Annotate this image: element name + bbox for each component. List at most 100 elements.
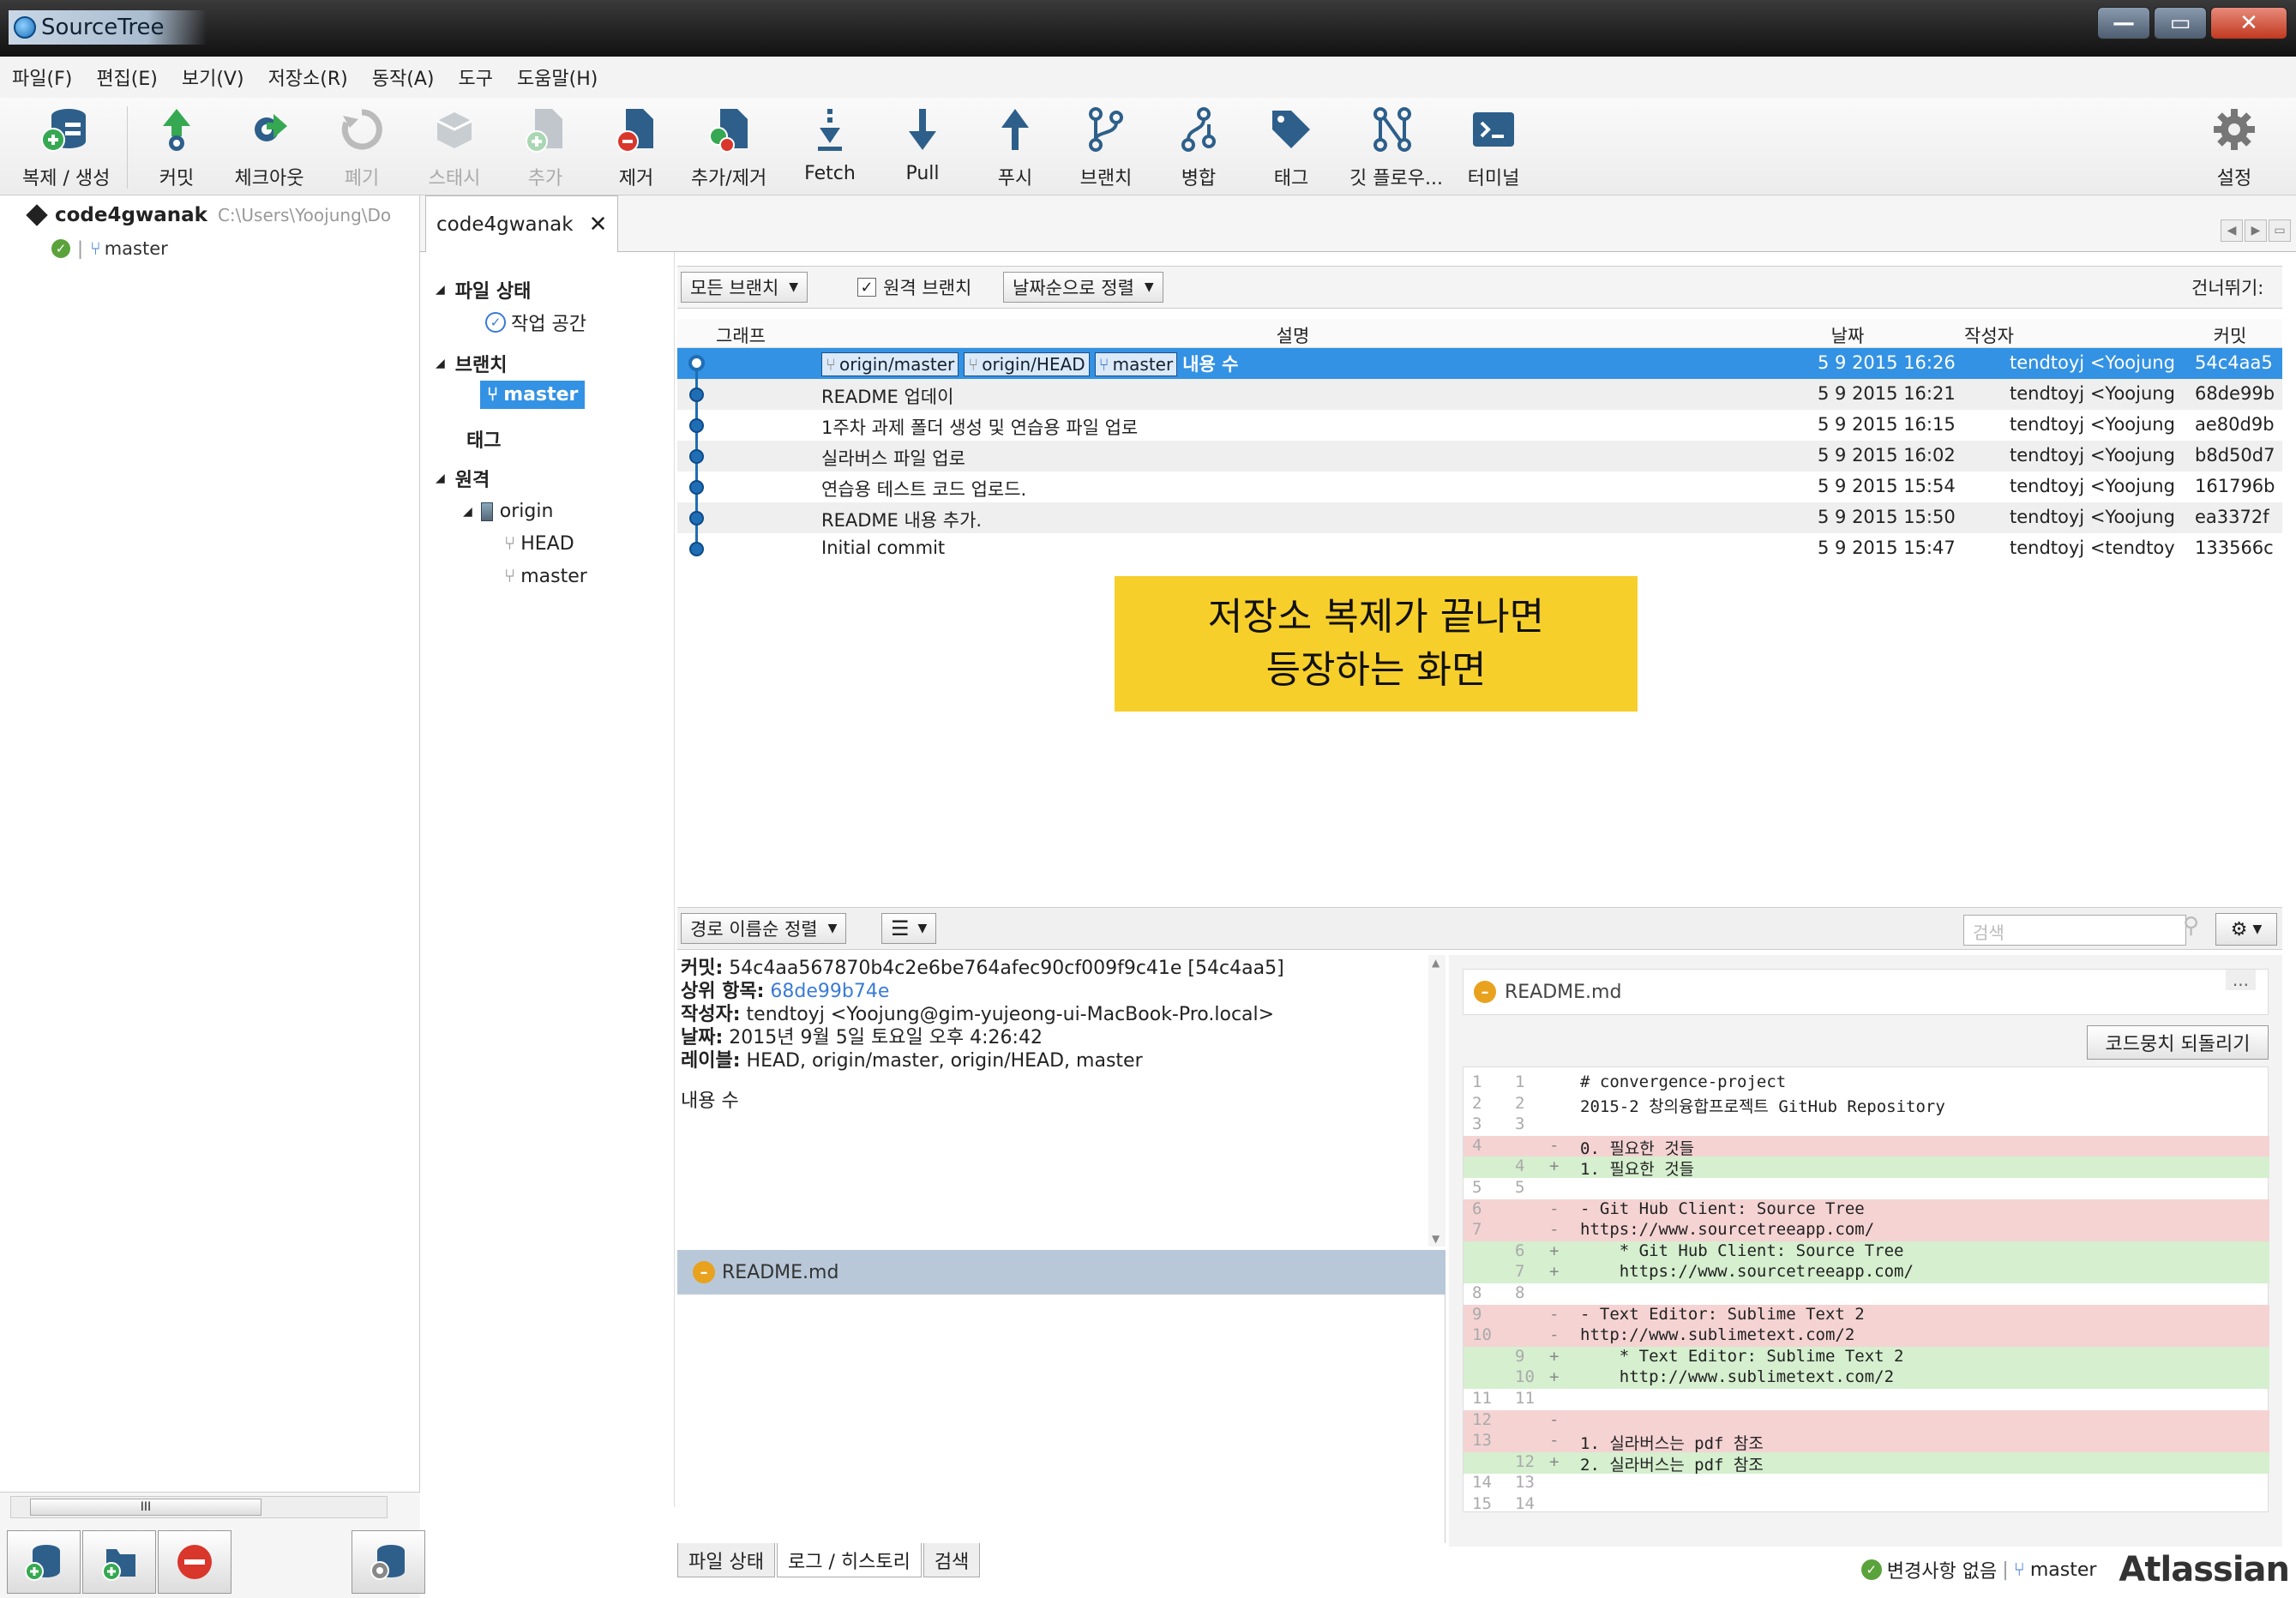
add-button[interactable]: 추가 xyxy=(502,103,588,190)
commit-row[interactable]: README 내용 추가. 5 9 2015 15:50 tendtoyj <Y… xyxy=(677,502,2282,533)
tab-scroll-right-icon[interactable]: ▶ xyxy=(2245,219,2267,242)
parent-commit-link[interactable]: 68de99b74e xyxy=(770,981,889,1002)
minimize-button[interactable]: — xyxy=(2097,7,2150,39)
remote-branches-checkbox[interactable]: ✓ 원격 브랜치 xyxy=(849,272,980,303)
menu-edit[interactable]: 편집(E) xyxy=(96,63,158,91)
changed-file-item[interactable]: – README.md xyxy=(677,1250,1446,1295)
tree-branches[interactable]: ◢ 브랜치 xyxy=(436,350,508,377)
close-tab-icon[interactable]: ✕ xyxy=(589,212,608,237)
commit-button[interactable]: 커밋 xyxy=(134,103,219,190)
col-author[interactable]: 작성자 xyxy=(1929,322,2049,348)
tab-search[interactable]: 검색 xyxy=(923,1543,981,1577)
diff-line-text: # convergence-project xyxy=(1580,1072,1787,1091)
diff-options-button[interactable]: ⚙ ▼ xyxy=(2215,913,2277,946)
commit-row[interactable]: README 업데이 5 9 2015 16:21 tendtoyj <Yooj… xyxy=(677,379,2282,410)
col-date[interactable]: 날짜 xyxy=(1783,322,1912,348)
commit-row[interactable]: 실라버스 파일 업로 5 9 2015 16:02 tendtoyj <Yooj… xyxy=(677,441,2282,472)
new-repository-button[interactable] xyxy=(7,1530,81,1594)
discard-button[interactable]: 폐기 xyxy=(319,103,405,190)
tree-workspace[interactable]: ✓ 작업 공간 xyxy=(485,309,586,336)
bookmark-settings-button[interactable] xyxy=(352,1530,425,1594)
add-remove-button[interactable]: 추가/제거 xyxy=(686,103,772,190)
close-window-button[interactable]: ✕ xyxy=(2210,7,2287,39)
stash-button[interactable]: 스태시 xyxy=(412,103,497,190)
terminal-button[interactable]: 터미널 xyxy=(1451,103,1536,190)
file-list xyxy=(677,1295,1446,1543)
diff-line: 12 - xyxy=(1464,1409,2269,1432)
tree-remote-head[interactable]: ⑂ HEAD xyxy=(504,533,574,555)
revert-hunk-button[interactable]: 코드뭉치 되돌리기 xyxy=(2087,1025,2269,1060)
remove-button[interactable]: 제거 xyxy=(593,103,679,190)
menu-view[interactable]: 보기(V) xyxy=(182,63,244,91)
path-sort-dropdown[interactable]: 경로 이름순 정렬 ▼ xyxy=(681,913,847,944)
diff-line-number: 7 xyxy=(1472,1220,1482,1240)
diff-line-number: 5 xyxy=(1472,1178,1482,1197)
maximize-button[interactable]: ▭ xyxy=(2154,7,2207,39)
bookmark-item[interactable]: code4gwanak C:\Users\Yoojung\Do xyxy=(26,204,391,226)
tab-file-status[interactable]: 파일 상태 xyxy=(677,1543,775,1577)
pull-arrow-icon xyxy=(909,109,936,150)
tab-code4gwanak[interactable]: code4gwanak ✕ xyxy=(425,195,619,252)
tree-tags[interactable]: 태그 xyxy=(466,425,501,453)
diff-more-button[interactable]: ... xyxy=(2225,970,2256,990)
tag-button[interactable]: 태그 xyxy=(1248,103,1334,190)
details-scrollbar[interactable]: ▲ ▼ xyxy=(1428,955,1446,1247)
tree-branch-master[interactable]: ⑂ master xyxy=(480,381,586,409)
merge-icon xyxy=(1181,107,1216,152)
settings-button[interactable]: 설정 xyxy=(2191,103,2277,190)
fetch-button[interactable]: Fetch xyxy=(787,103,873,184)
diff-line: 33 xyxy=(1464,1114,2269,1136)
menu-file[interactable]: 파일(F) xyxy=(12,63,72,91)
new-folder-button[interactable] xyxy=(82,1530,156,1594)
diff-line: 11 11 xyxy=(1464,1389,2269,1410)
tab-restore-icon[interactable]: ▭ xyxy=(2269,219,2291,242)
tree-file-status[interactable]: ◢ 파일 상태 xyxy=(436,276,531,303)
status-branch: master xyxy=(2029,1559,2097,1581)
commit-row[interactable]: 연습용 테스트 코드 업로드. 5 9 2015 15:54 tendtoyj … xyxy=(677,472,2282,502)
dropdown-arrow-icon: ▼ xyxy=(1144,280,1154,294)
diff-line-sign: - xyxy=(1549,1304,1560,1324)
branch-filter-dropdown[interactable]: 모든 브랜치 ▼ xyxy=(681,272,808,303)
merge-button[interactable]: 병합 xyxy=(1156,103,1241,190)
commit-row[interactable]: ⑂ origin/master ⑂ origin/HEAD ⑂ master 내용 수 5 … xyxy=(677,348,2282,379)
tree-remotes[interactable]: ◢ 원격 xyxy=(436,465,490,492)
remote-branch-icon: ⑂ xyxy=(826,354,836,375)
col-graph[interactable]: 그래프 xyxy=(698,322,784,348)
menu-help[interactable]: 도움말(H) xyxy=(517,63,598,91)
commit-icon xyxy=(163,109,190,151)
remove-bookmark-button[interactable] xyxy=(158,1530,231,1594)
menu-tools[interactable]: 도구 xyxy=(458,63,492,91)
clone-create-button[interactable]: 복제 / 생성 xyxy=(22,103,110,190)
list-view-dropdown[interactable]: ☰ ▼ xyxy=(881,913,937,944)
modified-file-icon: – xyxy=(693,1261,715,1283)
file-name: README.md xyxy=(722,1261,839,1283)
sort-order-dropdown[interactable]: 날짜순으로 정렬 ▼ xyxy=(1003,272,1163,303)
bookmarks-hscrollbar[interactable]: III xyxy=(10,1496,388,1518)
diff-line: 13 -1. 실라버스는 pdf 참조 xyxy=(1464,1431,2269,1454)
tree-remote-master[interactable]: ⑂ master xyxy=(504,566,587,587)
tree-remote-origin[interactable]: ◢ origin xyxy=(463,501,553,522)
status-bar: ✓ 변경사항 없음 | ⑂ master Atlassian xyxy=(1843,1547,2290,1593)
commit-row[interactable]: 1주차 과제 폴더 생성 및 연습용 파일 업로 5 9 2015 16:15 … xyxy=(677,410,2282,441)
diff-line-text: 2015-2 창의융합프로젝트 GitHub Repository xyxy=(1580,1096,1945,1116)
push-arrow-icon xyxy=(1001,109,1029,150)
diff-line-text: 1. 실라버스는 pdf 참조 xyxy=(1580,1434,1764,1454)
diff-line-number: 15 xyxy=(1472,1494,1492,1513)
tab-log-history[interactable]: 로그 / 히스토리 xyxy=(776,1543,922,1577)
title-bar: SourceTree — ▭ ✕ xyxy=(0,0,2296,57)
tab-scroll-left-icon[interactable]: ◀ xyxy=(2221,219,2243,242)
branch-small-icon: ⑂ xyxy=(1098,354,1109,375)
diff-line-number: 8 xyxy=(1472,1283,1482,1302)
search-input[interactable]: 검색 xyxy=(1963,915,2186,946)
checkout-button[interactable]: 체크아웃 xyxy=(226,103,312,190)
col-commit[interactable]: 커밋 xyxy=(2183,322,2277,348)
branch-button[interactable]: 브랜치 xyxy=(1063,103,1149,190)
commit-row[interactable]: Initial commit 5 9 2015 15:47 tendtoyj <… xyxy=(677,533,2282,564)
menu-actions[interactable]: 동작(A) xyxy=(372,63,435,91)
menu-repository[interactable]: 저장소(R) xyxy=(268,63,348,91)
push-button[interactable]: 푸시 xyxy=(972,103,1058,190)
col-description[interactable]: 설명 xyxy=(814,322,1771,348)
pull-button[interactable]: Pull xyxy=(880,103,965,184)
git-flow-button[interactable]: 깃 플로우... xyxy=(1349,103,1443,190)
history-filter-bar: 모든 브랜치 ▼ ✓ 원격 브랜치 날짜순으로 정렬 ▼ 건너뛰기: xyxy=(677,266,2282,309)
